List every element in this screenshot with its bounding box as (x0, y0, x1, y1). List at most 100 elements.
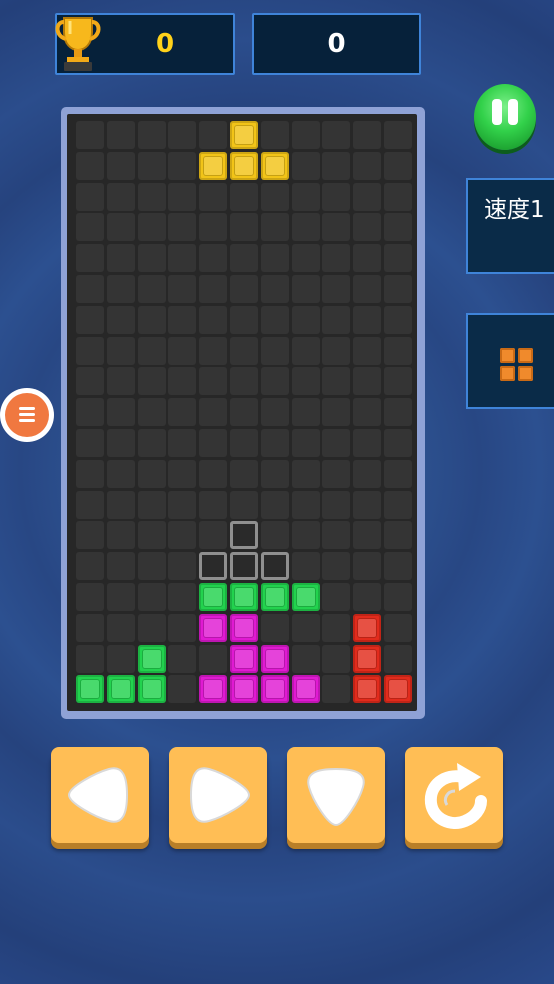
empty-cell (137, 182, 166, 211)
empty-cell (106, 151, 135, 180)
empty-cell (168, 151, 197, 180)
empty-cell (199, 336, 228, 365)
empty-cell (168, 336, 197, 365)
empty-cell (384, 552, 412, 581)
empty-cell (76, 275, 104, 303)
empty-cell (384, 583, 412, 611)
next-piece-block (500, 366, 515, 381)
drop-down-button[interactable] (287, 747, 385, 843)
move-right-button[interactable] (169, 747, 267, 843)
empty-cell (199, 182, 228, 211)
empty-cell (168, 305, 197, 334)
empty-cell (384, 429, 412, 457)
empty-cell (199, 121, 228, 149)
ghost-block (230, 552, 258, 581)
game-board (67, 114, 417, 711)
empty-cell (384, 336, 412, 365)
empty-cell (353, 121, 382, 149)
empty-cell (353, 182, 382, 211)
empty-cell (291, 182, 320, 211)
speed-label: 速度1 (484, 197, 545, 223)
empty-cell (260, 275, 289, 303)
empty-cell (353, 490, 382, 519)
empty-cell (291, 121, 320, 149)
empty-cell (199, 398, 228, 427)
empty-cell (137, 490, 166, 519)
block-cell (353, 644, 382, 673)
empty-cell (230, 182, 258, 211)
empty-cell (353, 151, 382, 180)
empty-cell (199, 213, 228, 242)
empty-cell (106, 583, 135, 611)
empty-cell (76, 305, 104, 334)
empty-cell (353, 521, 382, 550)
empty-cell (168, 675, 197, 704)
empty-cell (322, 675, 351, 704)
empty-cell (230, 275, 258, 303)
empty-cell (353, 552, 382, 581)
ghost-block (260, 552, 289, 581)
empty-cell (260, 213, 289, 242)
empty-cell (230, 244, 258, 273)
empty-cell (137, 305, 166, 334)
block-cell (137, 675, 166, 704)
empty-cell (260, 490, 289, 519)
empty-cell (291, 490, 320, 519)
empty-cell (137, 151, 166, 180)
empty-cell (106, 275, 135, 303)
next-piece-block (518, 348, 533, 363)
empty-cell (322, 213, 351, 242)
empty-cell (168, 583, 197, 611)
block-cell (199, 583, 228, 611)
empty-cell (322, 275, 351, 303)
empty-cell (384, 613, 412, 642)
empty-cell (353, 213, 382, 242)
empty-cell (260, 182, 289, 211)
empty-cell (230, 213, 258, 242)
empty-cell (76, 213, 104, 242)
empty-cell (260, 459, 289, 488)
empty-cell (76, 121, 104, 149)
block-cell (76, 675, 104, 704)
empty-cell (353, 429, 382, 457)
empty-cell (199, 521, 228, 550)
empty-cell (291, 305, 320, 334)
empty-cell (322, 583, 351, 611)
block-cell (353, 613, 382, 642)
block-cell (230, 644, 258, 673)
block-cell (384, 675, 412, 704)
empty-cell (291, 429, 320, 457)
move-left-button[interactable] (51, 747, 149, 843)
empty-cell (106, 213, 135, 242)
empty-cell (322, 336, 351, 365)
block-cell (199, 675, 228, 704)
empty-cell (106, 459, 135, 488)
empty-cell (199, 429, 228, 457)
empty-cell (199, 367, 228, 396)
empty-cell (322, 121, 351, 149)
empty-cell (322, 521, 351, 550)
next-piece-panel (466, 313, 554, 409)
empty-cell (291, 367, 320, 396)
empty-cell (291, 244, 320, 273)
empty-cell (260, 121, 289, 149)
empty-cell (260, 305, 289, 334)
empty-cell (230, 398, 258, 427)
empty-cell (76, 151, 104, 180)
empty-cell (353, 275, 382, 303)
block-cell (106, 675, 135, 704)
block-cell (230, 613, 258, 642)
empty-cell (106, 336, 135, 365)
empty-cell (322, 613, 351, 642)
empty-cell (76, 429, 104, 457)
empty-cell (168, 429, 197, 457)
empty-cell (137, 398, 166, 427)
empty-cell (260, 336, 289, 365)
empty-cell (76, 459, 104, 488)
empty-cell (168, 521, 197, 550)
empty-cell (291, 552, 320, 581)
menu-button[interactable] (0, 388, 54, 442)
pause-button[interactable] (474, 84, 536, 150)
empty-cell (291, 336, 320, 365)
rotate-button[interactable] (405, 747, 503, 843)
